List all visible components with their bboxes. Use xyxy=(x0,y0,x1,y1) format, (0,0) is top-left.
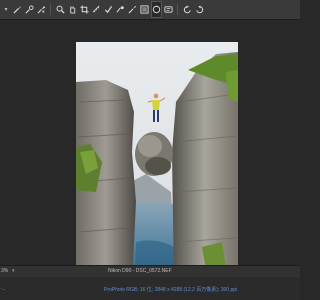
zoom-dropdown-icon[interactable]: ▾ xyxy=(12,266,15,277)
adjustment-brush-icon[interactable] xyxy=(150,1,162,18)
radial-filter-icon[interactable] xyxy=(139,1,150,18)
rotate-left-icon[interactable] xyxy=(182,1,193,18)
photo-preview xyxy=(76,42,238,285)
settings-icon[interactable] xyxy=(163,1,174,18)
tool-dropdown[interactable]: ▾ xyxy=(1,1,11,18)
rotate-right-icon[interactable] xyxy=(194,1,205,18)
straighten-icon[interactable] xyxy=(91,1,102,18)
zoom-icon[interactable] xyxy=(55,1,66,18)
smudge-tool-icon[interactable]: ∗ xyxy=(36,1,47,18)
svg-text:∗: ∗ xyxy=(41,10,45,14)
brush-settings-icon[interactable] xyxy=(24,1,35,18)
image-canvas[interactable] xyxy=(0,20,300,285)
zoom-level[interactable]: 3% xyxy=(1,266,8,277)
spot-removal-icon[interactable] xyxy=(103,1,114,18)
workflow-bar: ·.. ProPhoto RGB; 16 位; 2848 x 4288 (12.… xyxy=(0,277,300,300)
toolbar-separator xyxy=(50,4,51,15)
toolbar-separator-2 xyxy=(177,4,178,15)
workflow-options-link[interactable]: ProPhoto RGB; 16 位; 2848 x 4288 (12.2 百万… xyxy=(104,286,237,293)
status-bar: 3% ▾ Nikon D90 - DSC_0572.NEF xyxy=(0,265,300,277)
tool-strip: ▾ ∗ xyxy=(0,0,300,20)
brush-tool-icon[interactable] xyxy=(12,1,23,18)
crop-icon[interactable] xyxy=(79,1,90,18)
info-left-text: ·.. xyxy=(1,286,6,292)
file-name: Nikon D90 - DSC_0572.NEF xyxy=(108,268,172,274)
hand-icon[interactable] xyxy=(67,1,78,18)
graduated-filter-icon[interactable] xyxy=(127,1,138,18)
red-eye-icon[interactable] xyxy=(115,1,126,18)
